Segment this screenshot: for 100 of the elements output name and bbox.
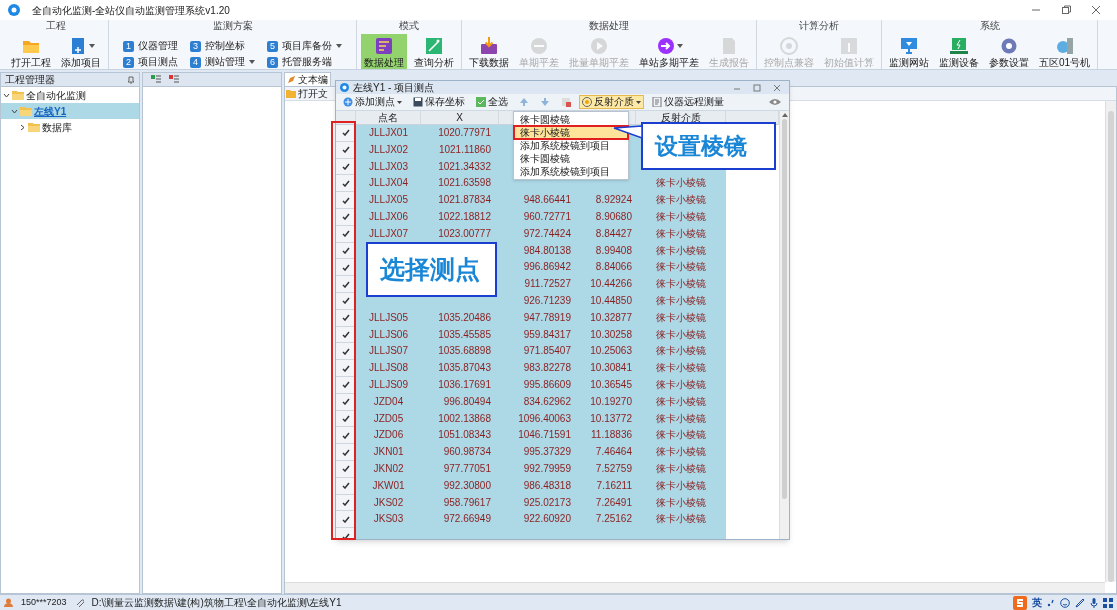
number-badge: 5 xyxy=(267,40,278,52)
table-cell-text: JLLJX05 xyxy=(368,193,409,208)
table-cell-text: 1051.08343 xyxy=(437,428,492,443)
table-cell-text: 977.77051 xyxy=(442,461,492,476)
panel-title: 工程管理器 xyxy=(5,73,55,86)
table-cell-text: JLLJX04 xyxy=(368,176,409,191)
table-cell-text: 10.13772 xyxy=(589,411,633,426)
table-cell-text: JKS02 xyxy=(372,495,405,510)
table-cell-text: 徕卡小棱镜 xyxy=(655,344,707,359)
table-cell-text: 徕卡小棱镜 xyxy=(655,361,707,376)
window-title: 左线Y1 - 项目测点 xyxy=(353,81,435,94)
table-cell-text: 971.85407 xyxy=(522,344,572,359)
table-cell-text: 1021.34332 xyxy=(437,159,492,174)
table-cell-text: JZD05 xyxy=(372,411,405,426)
table-cell-text: 徕卡小棱镜 xyxy=(655,445,707,460)
table-cell-text: 徕卡小棱镜 xyxy=(655,327,707,342)
table-cell-text: 1046.71591 xyxy=(517,428,572,443)
table-cell-text: JLLJX06 xyxy=(368,210,409,224)
table-cell-text: 984.80138 xyxy=(522,243,572,258)
callout-label: 设置棱镜 xyxy=(641,122,776,170)
table-cell-text: 徕卡小棱镜 xyxy=(655,428,707,443)
table-cell-text: 徕卡小棱镜 xyxy=(655,260,707,275)
table-cell-text: 8.84066 xyxy=(594,260,633,275)
table-cell-text: 948.66441 xyxy=(522,193,572,208)
table-cell-text: 986.48318 xyxy=(522,478,572,493)
table-cell-text: JLLJS08 xyxy=(368,361,409,376)
table-cell-text: 1023.00777 xyxy=(437,226,492,241)
callout-label: 选择测点 xyxy=(366,242,497,297)
table-cell-text: JLLJS06 xyxy=(368,327,409,342)
table-cell-text: 徕卡小棱镜 xyxy=(655,310,707,325)
table-cell-text: 徕卡小棱镜 xyxy=(655,411,707,426)
table-cell-text: JLLJS09 xyxy=(368,377,409,392)
table-cell-text: 996.80494 xyxy=(442,394,492,409)
group-title: 计算分析 xyxy=(798,20,840,32)
table-cell-text: 1021.11860 xyxy=(437,142,492,157)
table-cell-text: 10.25063 xyxy=(589,344,633,359)
table-cell-text: 958.79617 xyxy=(442,495,492,510)
table-cell-text: 992.30800 xyxy=(442,478,492,493)
table-cell-text: 徕卡小棱镜 xyxy=(655,461,707,476)
table-cell-text: JKS03 xyxy=(372,512,405,527)
table-cell-text: 8.90680 xyxy=(594,210,633,224)
table-cell-text: 1035.68898 xyxy=(437,344,492,359)
table-cell-text: 10.30841 xyxy=(589,361,633,376)
table-cell-text: 徕卡小棱镜 xyxy=(655,394,707,409)
table-cell-text: 10.32877 xyxy=(589,310,633,325)
group-title: 工程 xyxy=(45,20,67,32)
table-cell-text: 徕卡小棱镜 xyxy=(655,210,707,224)
number-badge: 4 xyxy=(190,56,201,68)
table-cell-text: 995.86609 xyxy=(522,377,572,392)
number-badge: 2 xyxy=(123,56,134,68)
table-cell-text: 992.79959 xyxy=(522,461,572,476)
table-cell-text: 1036.17691 xyxy=(437,377,492,392)
table-cell-text: 10.19270 xyxy=(589,394,633,409)
table-cell-text: 1021.63598 xyxy=(437,176,492,191)
user-id: 150***7203 xyxy=(21,595,67,609)
table-cell-text: 徕卡小棱镜 xyxy=(655,512,707,527)
table-cell-text: 925.02173 xyxy=(522,495,572,510)
table-cell-text: 834.62962 xyxy=(522,394,572,409)
number-badge: 3 xyxy=(190,40,201,52)
table-cell-text: 1035.20486 xyxy=(437,310,492,325)
table-cell-text: 960.98734 xyxy=(442,445,492,460)
table-cell-text: 7.25162 xyxy=(594,512,633,527)
table-cell-text: JZD06 xyxy=(372,428,405,443)
table-cell-text: 1021.87834 xyxy=(437,193,492,208)
table-cell-text: 972.74424 xyxy=(522,226,572,241)
table-cell-text: 徕卡小棱镜 xyxy=(655,226,707,241)
group-title: 监测方案 xyxy=(211,20,254,32)
table-cell-text: 徕卡小棱镜 xyxy=(655,495,707,510)
table-cell-text: JKN02 xyxy=(372,461,405,476)
table-cell-text: 960.72771 xyxy=(522,210,572,224)
table-cell-text: 8.84427 xyxy=(594,226,633,241)
file-path: D:\测量云监测数据\建(构)筑物工程\全自动化监测\左线Y1 xyxy=(91,596,342,610)
table-cell-text: JLLJX02 xyxy=(368,142,409,157)
table-cell-text: 徕卡小棱镜 xyxy=(655,377,707,392)
table-cell-text: 995.37329 xyxy=(522,445,572,460)
table-cell-text: 7.52759 xyxy=(594,461,633,476)
table-cell-text: 10.30258 xyxy=(589,327,633,342)
table-cell-text: 1035.45585 xyxy=(437,327,492,342)
table-cell-text: 1022.18812 xyxy=(437,210,492,224)
table-cell-text: 11.18836 xyxy=(590,428,633,443)
table-cell-text: 947.78919 xyxy=(522,310,572,325)
table-cell-text: JKW01 xyxy=(371,478,406,493)
table-cell-text: 926.71239 xyxy=(522,293,572,308)
table-cell-text: 徕卡小棱镜 xyxy=(655,293,707,308)
table-cell-text: 10.44266 xyxy=(589,277,633,292)
table-cell-text: JKN01 xyxy=(372,445,405,460)
table-cell-text: 8.92924 xyxy=(594,193,633,208)
table-cell-text: 徕卡小棱镜 xyxy=(655,176,707,191)
table-cell-text: 1035.87043 xyxy=(437,361,492,376)
table-cell-text: 996.86942 xyxy=(522,260,572,275)
table-cell-text: 7.46464 xyxy=(594,445,633,460)
table-cell-text: JLLJX01 xyxy=(368,126,409,140)
group-title: 系统 xyxy=(978,20,1001,32)
table-cell-text: 8.99408 xyxy=(594,243,633,258)
table-cell-text: 959.84317 xyxy=(522,327,572,342)
table-cell-text: 972.66949 xyxy=(442,512,492,527)
table-cell-text: 10.44850 xyxy=(589,293,633,308)
table-cell-text: JLLJX03 xyxy=(368,159,409,174)
table-cell-text: 983.82278 xyxy=(522,361,572,376)
table-cell-text: JLLJS05 xyxy=(368,310,409,325)
